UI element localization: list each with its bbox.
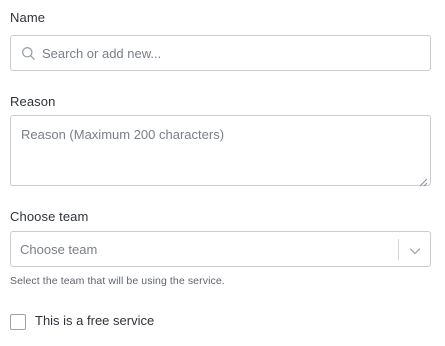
team-select[interactable]: Choose team [10, 231, 431, 267]
chevron-down-icon[interactable] [409, 244, 421, 256]
reason-placeholder: Reason (Maximum 200 characters) [21, 127, 225, 142]
reason-textarea[interactable]: Reason (Maximum 200 characters) [10, 115, 431, 187]
select-divider [398, 239, 399, 260]
name-label: Name [10, 10, 46, 25]
search-icon [21, 46, 36, 61]
service-form: Name Search or add new... Reason Reason … [0, 0, 445, 346]
free-service-checkbox[interactable] [10, 314, 26, 330]
name-search-input[interactable]: Search or add new... [10, 35, 431, 71]
resize-handle-icon[interactable] [419, 174, 428, 187]
team-helper-text: Select the team that will be using the s… [10, 275, 225, 287]
free-service-label[interactable]: This is a free service [35, 313, 154, 328]
reason-label: Reason [10, 94, 56, 109]
name-search-placeholder: Search or add new... [42, 46, 162, 61]
team-label: Choose team [10, 209, 89, 224]
team-select-placeholder: Choose team [20, 242, 98, 257]
